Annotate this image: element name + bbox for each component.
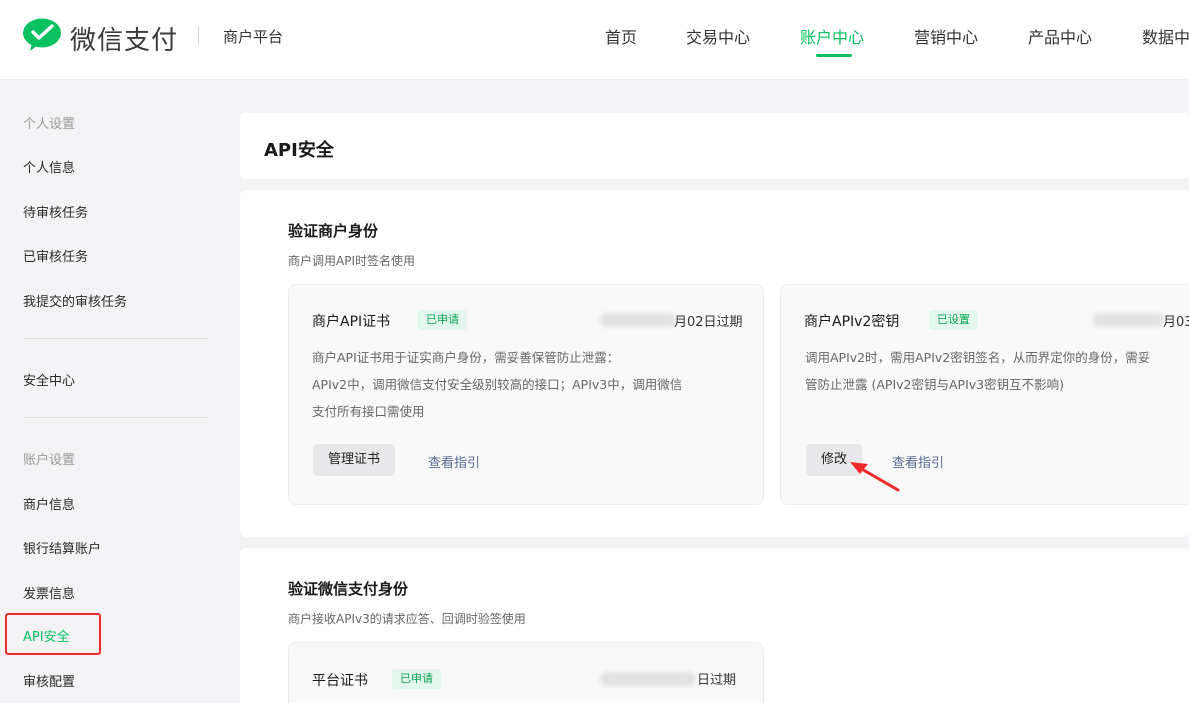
- expire-date: 月02日过期: [674, 315, 743, 330]
- card-description-line: APIv2中，调用微信支付安全级别较高的接口；APIv3中，调用微信: [312, 377, 683, 392]
- expire-date: 月03: [1163, 315, 1189, 330]
- sidebar-group-personal: 个人设置: [23, 117, 76, 132]
- page-title: API安全: [264, 140, 334, 161]
- redacted-date: [1092, 313, 1164, 327]
- sidebar-item-review-config[interactable]: 审核配置: [23, 671, 75, 690]
- nav-marketing[interactable]: 营销中心: [914, 24, 978, 48]
- page-title-panel: [240, 113, 1189, 179]
- section-subtitle-verify-merchant: 商户调用API时签名使用: [288, 254, 415, 268]
- manage-cert-button[interactable]: 管理证书: [313, 444, 396, 476]
- redacted-date: [600, 313, 676, 327]
- section-title-verify-merchant: 验证商户身份: [288, 222, 379, 240]
- card-description-line: 支付所有接口需使用: [312, 404, 425, 419]
- red-arrow-pointer: [850, 462, 900, 492]
- sidebar-item-merchant-info[interactable]: 商户信息: [23, 494, 75, 513]
- nav-transactions[interactable]: 交易中心: [686, 24, 750, 48]
- view-guide-link[interactable]: 查看指引: [428, 452, 480, 471]
- status-badge: 已设置: [929, 310, 978, 330]
- top-header: 微信支付 商户平台 首页 交易中心 账户中心 营销中心 产品中心 数据中: [0, 0, 1189, 80]
- status-badge: 已申请: [418, 310, 467, 330]
- top-nav: 首页 交易中心 账户中心 营销中心 产品中心 数据中: [0, 24, 1189, 64]
- sidebar-group-account: 账户设置: [23, 453, 76, 468]
- nav-products[interactable]: 产品中心: [1028, 24, 1092, 48]
- sidebar-item-invoice[interactable]: 发票信息: [23, 583, 75, 602]
- card-description-line: 调用APIv2时，需用APIv2密钥签名，从而界定你的身份，需妥: [805, 350, 1151, 365]
- card-description-line: 商户API证书用于证实商户身份，需妥善保管防止泄露：: [312, 350, 620, 365]
- card-title: 商户API证书: [312, 314, 391, 330]
- sidebar-item-personal-info[interactable]: 个人信息: [23, 157, 75, 176]
- section-subtitle-verify-wechat: 商户接收APIv3的请求应答、回调时验签使用: [288, 612, 526, 626]
- sidebar-item-pending-review[interactable]: 待审核任务: [23, 202, 88, 221]
- redacted-date: [600, 672, 696, 686]
- nav-data[interactable]: 数据中: [1142, 24, 1189, 48]
- card-title: 商户APIv2密钥: [804, 314, 900, 330]
- expire-date: 日过期: [697, 673, 737, 688]
- sidebar-divider: [23, 338, 207, 339]
- sidebar-item-bank-account[interactable]: 银行结算账户: [23, 538, 101, 557]
- card-title: 平台证书: [312, 673, 368, 689]
- api-security-highlight: [5, 613, 101, 655]
- sidebar-item-security-center[interactable]: 安全中心: [23, 370, 75, 389]
- sidebar-item-reviewed[interactable]: 已审核任务: [23, 246, 88, 265]
- sidebar-item-my-submitted[interactable]: 我提交的审核任务: [23, 291, 127, 310]
- status-badge: 已申请: [392, 669, 441, 689]
- nav-home[interactable]: 首页: [605, 24, 637, 48]
- nav-active-indicator: [816, 54, 852, 57]
- card-description-line: 管防止泄露 (APIv2密钥与APIv3密钥互不影响): [805, 377, 1064, 392]
- sidebar-divider: [23, 417, 207, 418]
- section-title-verify-wechat: 验证微信支付身份: [288, 580, 409, 598]
- nav-account-center[interactable]: 账户中心: [800, 24, 864, 48]
